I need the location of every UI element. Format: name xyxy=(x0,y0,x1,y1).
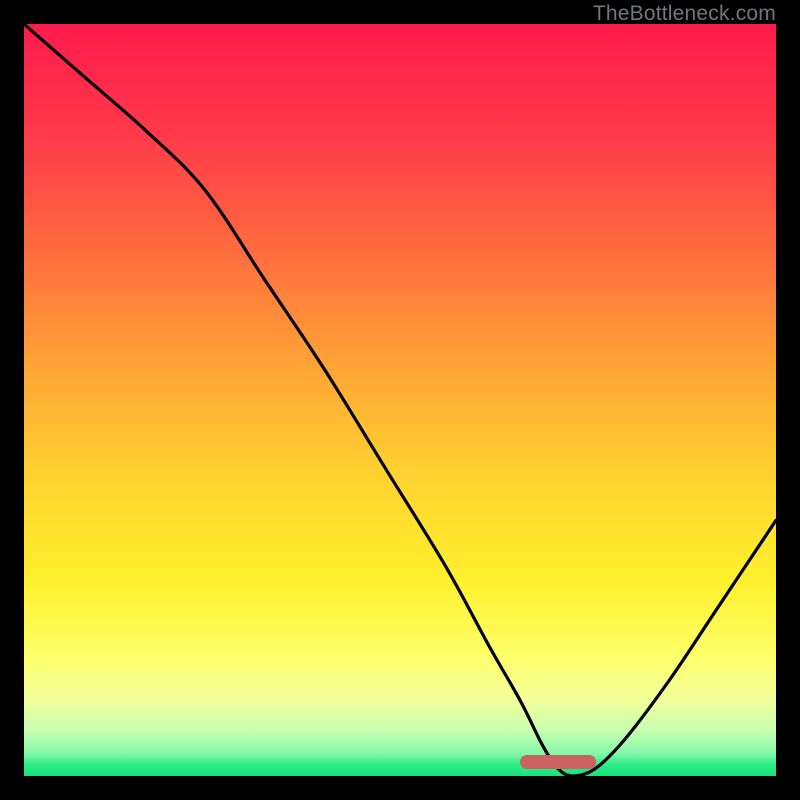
chart-frame: TheBottleneck.com xyxy=(0,0,800,800)
bottleneck-curve xyxy=(24,24,776,776)
plot-area xyxy=(24,24,776,776)
optimal-range-marker xyxy=(520,755,595,769)
watermark-text: TheBottleneck.com xyxy=(593,2,776,26)
